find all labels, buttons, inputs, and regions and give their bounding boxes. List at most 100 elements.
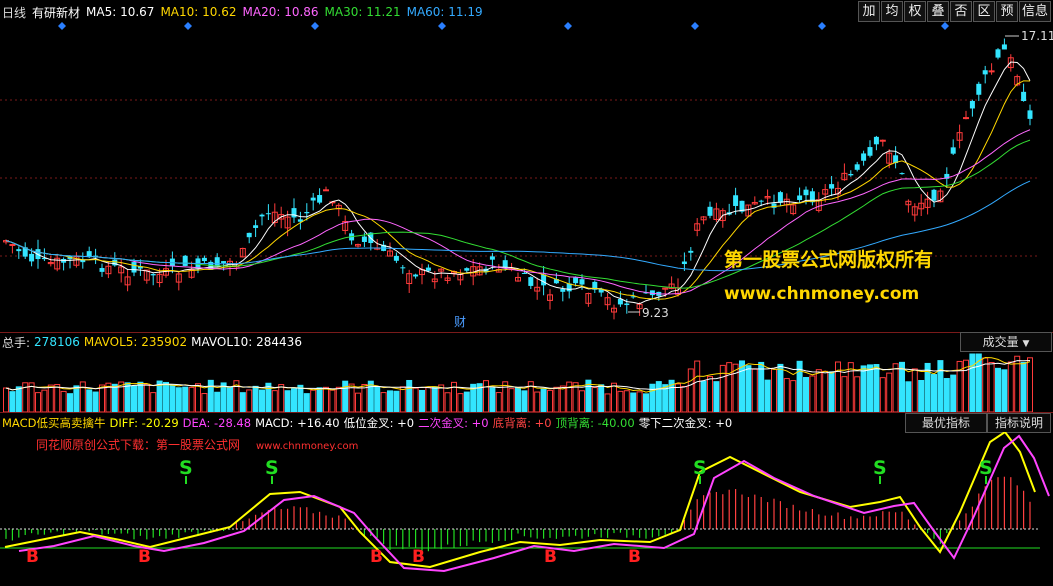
volume-bar (150, 392, 157, 412)
volume-bar (764, 379, 771, 412)
volume-bar (630, 392, 637, 412)
volume-bar (323, 386, 329, 412)
volume-bar (617, 390, 624, 412)
volume-bar (937, 360, 944, 412)
candle (688, 247, 694, 261)
volume-bar (969, 353, 976, 412)
candle (1021, 83, 1027, 102)
candle (515, 272, 521, 282)
volume-bar (553, 386, 560, 412)
volume-tab[interactable]: 成交量 ▼ (960, 332, 1052, 352)
volume-bar (252, 385, 259, 412)
volume-bar (719, 364, 726, 412)
buy-mark: B (138, 547, 151, 567)
volume-bar (412, 387, 419, 412)
indicator-name: MACD低买高卖擒牛 (2, 416, 106, 430)
candle (963, 110, 969, 120)
toolbar-add-button[interactable]: 加 (858, 1, 880, 22)
candle (931, 188, 937, 208)
volume-bar (387, 390, 393, 412)
volume-bar (950, 374, 957, 412)
indicator-description-tab[interactable]: 指标说明 (987, 413, 1051, 433)
volume-chart[interactable] (0, 350, 1053, 412)
volume-bar (988, 362, 995, 412)
candle (707, 201, 713, 219)
candle (317, 188, 323, 205)
volume-bar (905, 381, 912, 412)
candle (969, 99, 975, 117)
candle (201, 255, 207, 264)
candle (323, 186, 329, 192)
candle (124, 269, 131, 292)
volume-bar (425, 386, 432, 412)
volume-bar (355, 392, 361, 412)
toolbar-no-button[interactable]: 否 (950, 1, 972, 22)
candle (464, 267, 470, 273)
toolbar-overlay-button[interactable]: 叠 (927, 1, 949, 22)
volume-bar (463, 391, 470, 412)
candle (265, 204, 271, 221)
volume-bar (828, 371, 835, 412)
candle (406, 269, 413, 293)
volume-bar (297, 384, 304, 412)
toolbar-rights-button[interactable]: 权 (904, 1, 926, 22)
toolbar-info-button[interactable]: 信息 (1019, 1, 1051, 22)
macd-header: MACD低买高卖擒牛 DIFF: -20.29 DEA: -28.48 MACD… (2, 415, 732, 431)
volume-bar (1007, 361, 1014, 412)
candle (41, 248, 47, 262)
best-indicator-tab[interactable]: 最优指标 (905, 413, 987, 433)
candle (905, 199, 912, 213)
candle (956, 124, 963, 149)
volume-bar (3, 387, 9, 412)
candle (797, 187, 803, 204)
low-gold-cross: 低位金叉: +0 (343, 416, 415, 430)
diff-value: DIFF: -20.29 (109, 416, 179, 430)
volume-bar (284, 390, 291, 412)
volume-bar (47, 384, 54, 412)
toolbar-average-button[interactable]: 均 (881, 1, 903, 22)
volume-bar (892, 363, 899, 412)
volume-bar (92, 391, 99, 412)
volume-bar (137, 381, 144, 412)
candle (879, 139, 886, 147)
volume-bar (271, 390, 278, 412)
candle (80, 252, 86, 269)
candle (873, 135, 879, 151)
period-label[interactable]: 日线 (2, 4, 26, 21)
volume-bar (1027, 357, 1033, 412)
candle (867, 140, 873, 158)
volume-bar (60, 390, 67, 412)
ma60-value: MA60: 11.19 (406, 5, 483, 19)
volume-bar (739, 360, 745, 412)
buy-mark: B (26, 547, 39, 567)
candle (604, 293, 611, 310)
buy-mark: B (544, 547, 557, 567)
candle (893, 146, 899, 169)
candle (3, 239, 9, 245)
candle (528, 276, 534, 289)
volume-bar (579, 390, 585, 412)
volume-bar (943, 378, 950, 412)
volume-bar (246, 389, 253, 412)
watermark-cn: 第一股票公式网版权所有 (724, 248, 933, 271)
volume-bar (540, 388, 547, 412)
candle (182, 254, 188, 267)
volume-bar (854, 376, 861, 412)
header-bar: 日线 有研新材 MA5: 10.67 MA10: 10.62 MA20: 10.… (2, 3, 483, 21)
candle (22, 242, 28, 259)
diff-line (4, 432, 1036, 569)
finance-marker[interactable]: 财 (454, 315, 466, 329)
diamond-marker (58, 22, 66, 30)
candle (99, 263, 105, 277)
candle (1027, 104, 1033, 126)
candle (175, 271, 182, 291)
volume-bar (399, 386, 406, 412)
toolbar-range-button[interactable]: 区 (973, 1, 995, 22)
volume-bar (335, 386, 342, 412)
price-chart[interactable]: 17.11 9.23 财 第一股票公式网版权所有 www.chnmoney.co… (0, 20, 1053, 332)
candle (911, 203, 918, 222)
volume-bar (899, 361, 905, 412)
macd-chart[interactable]: 同花顺原创公式下载：第一股票公式网 www.chnmoney.com B B B B B… (0, 432, 1053, 586)
toolbar-forecast-button[interactable]: 预 (996, 1, 1018, 22)
sell-mark: S (979, 457, 993, 479)
